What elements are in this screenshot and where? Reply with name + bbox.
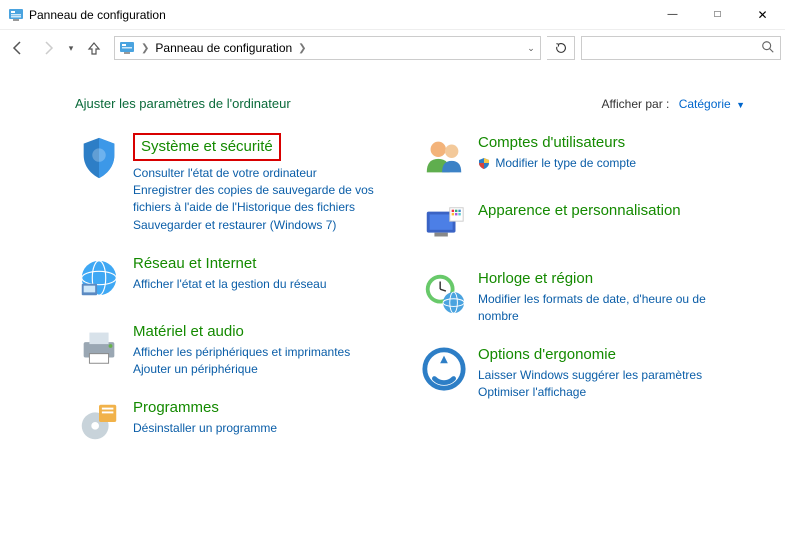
minimize-button[interactable]: — <box>650 0 695 29</box>
category-title-programs[interactable]: Programmes <box>133 398 219 418</box>
chevron-down-icon: ▼ <box>736 100 745 110</box>
link-backup-restore[interactable]: Sauvegarder et restaurer (Windows 7) <box>133 217 400 234</box>
link-devices-printers[interactable]: Afficher les périphériques et imprimante… <box>133 344 400 361</box>
category-clock: Horloge et région Modifier les formats d… <box>420 269 745 325</box>
refresh-button[interactable] <box>547 36 575 60</box>
breadcrumb-root[interactable]: Panneau de configuration <box>153 41 294 55</box>
titlebar: Panneau de configuration — □ ✕ <box>0 0 785 30</box>
link-change-account-type[interactable]: Modifier le type de compte <box>478 155 745 174</box>
back-button[interactable] <box>4 34 32 62</box>
content-area: Ajuster les paramètres de l'ordinateur A… <box>0 66 785 476</box>
category-hardware: Matériel et audio Afficher les périphéri… <box>75 322 400 378</box>
viewby-control: Afficher par : Catégorie ▼ <box>602 97 745 111</box>
categories-column-left: Système et sécurité Consulter l'état de … <box>75 133 400 466</box>
category-network: Réseau et Internet Afficher l'état et la… <box>75 254 400 302</box>
category-title-appearance[interactable]: Apparence et personnalisation <box>478 201 681 221</box>
viewby-label: Afficher par : <box>602 97 670 111</box>
link-add-device[interactable]: Ajouter un périphérique <box>133 361 400 378</box>
ease-of-access-icon <box>420 345 468 393</box>
category-title-ease[interactable]: Options d'ergonomie <box>478 345 616 365</box>
category-accounts: Comptes d'utilisateurs Modifier le type … <box>420 133 745 181</box>
printer-icon <box>75 322 123 370</box>
category-system-security: Système et sécurité Consulter l'état de … <box>75 133 400 234</box>
chevron-right-icon[interactable]: ❯ <box>137 43 153 54</box>
navbar: ▾ ❯ Panneau de configuration ❯ ⌄ <box>0 30 785 66</box>
shield-icon <box>75 133 123 181</box>
category-title-hardware[interactable]: Matériel et audio <box>133 322 244 342</box>
search-box[interactable] <box>581 36 781 60</box>
users-icon <box>420 133 468 181</box>
category-appearance: Apparence et personnalisation <box>420 201 745 249</box>
category-title-clock[interactable]: Horloge et région <box>478 269 593 289</box>
content-header: Ajuster les paramètres de l'ordinateur A… <box>75 96 745 111</box>
search-input[interactable] <box>582 41 756 55</box>
chevron-right-icon[interactable]: ❯ <box>294 43 310 54</box>
appearance-icon <box>420 201 468 249</box>
viewby-dropdown[interactable]: Catégorie ▼ <box>679 97 745 111</box>
control-panel-icon <box>8 7 24 23</box>
categories-grid: Système et sécurité Consulter l'état de … <box>75 133 745 466</box>
link-check-status[interactable]: Consulter l'état de votre ordinateur <box>133 165 400 182</box>
uac-shield-icon <box>478 157 490 174</box>
window-title: Panneau de configuration <box>29 8 650 22</box>
link-backup-history[interactable]: Enregistrer des copies de sauvegarde de … <box>133 182 400 217</box>
category-title-accounts[interactable]: Comptes d'utilisateurs <box>478 133 625 153</box>
link-uninstall[interactable]: Désinstaller un programme <box>133 420 400 437</box>
window-controls: — □ ✕ <box>650 0 785 29</box>
address-bar[interactable]: ❯ Panneau de configuration ❯ ⌄ <box>114 36 541 60</box>
category-ease: Options d'ergonomie Laisser Windows sugg… <box>420 345 745 401</box>
category-title-network[interactable]: Réseau et Internet <box>133 254 256 274</box>
link-date-formats[interactable]: Modifier les formats de date, d'heure ou… <box>478 291 745 326</box>
clock-icon <box>420 269 468 317</box>
maximize-button[interactable]: □ <box>695 0 740 29</box>
network-icon <box>75 254 123 302</box>
address-dropdown[interactable]: ⌄ <box>522 43 540 54</box>
page-heading: Ajuster les paramètres de l'ordinateur <box>75 96 602 111</box>
history-dropdown[interactable]: ▾ <box>64 43 78 54</box>
categories-column-right: Comptes d'utilisateurs Modifier le type … <box>420 133 745 466</box>
link-network-status[interactable]: Afficher l'état et la gestion du réseau <box>133 276 400 293</box>
link-optimize-display[interactable]: Optimiser l'affichage <box>478 384 745 401</box>
control-panel-icon <box>117 38 137 58</box>
programs-icon <box>75 398 123 446</box>
category-title-system-security[interactable]: Système et sécurité <box>133 133 281 161</box>
forward-button[interactable] <box>34 34 62 62</box>
link-suggest-settings[interactable]: Laisser Windows suggérer les paramètres <box>478 367 745 384</box>
up-button[interactable] <box>80 34 108 62</box>
category-programs: Programmes Désinstaller un programme <box>75 398 400 446</box>
search-icon[interactable] <box>756 40 780 57</box>
close-button[interactable]: ✕ <box>740 0 785 29</box>
